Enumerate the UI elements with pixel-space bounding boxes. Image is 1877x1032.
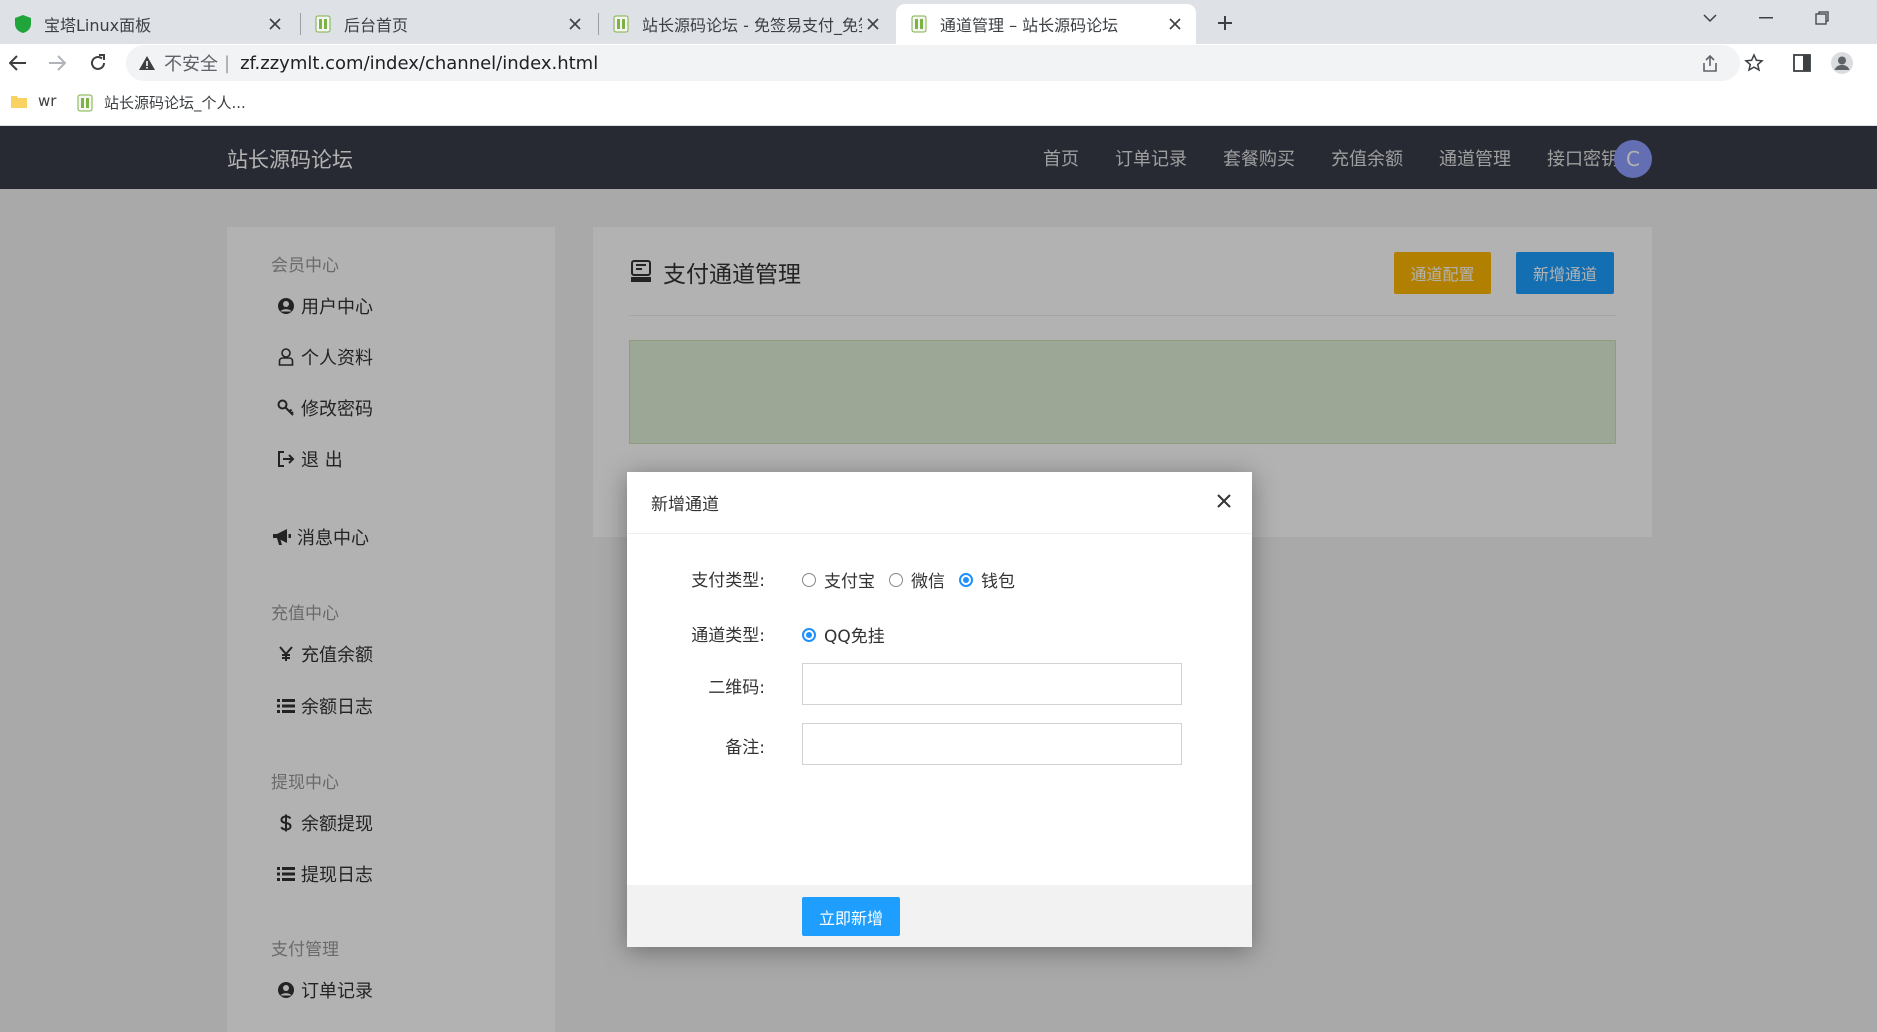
remark-label: 备注:: [725, 738, 765, 758]
profile-icon[interactable]: [1828, 49, 1856, 77]
security-label[interactable]: 不安全: [164, 50, 218, 76]
address-divider: |: [224, 52, 231, 74]
radio-circle[interactable]: [802, 572, 816, 587]
dialog-header: 新增通道: [627, 472, 1252, 534]
tab-title: 通道管理 – 站长源码论坛: [940, 16, 1119, 35]
bookmarks-bar: wr 站长源码论坛_个人...: [0, 82, 1877, 126]
side-panel-icon[interactable]: [1788, 49, 1816, 77]
qrcode-row: 二维码:: [627, 663, 1252, 705]
radio-circle-selected[interactable]: [959, 572, 973, 587]
radio-circle[interactable]: [889, 572, 903, 587]
tab-title: 宝塔Linux面板: [44, 16, 152, 35]
channel-type-row: 通道类型: QQ免挂: [627, 611, 1252, 653]
qrcode-input[interactable]: [802, 663, 1182, 705]
qrcode-label: 二维码:: [708, 678, 765, 698]
bookmark-label: 站长源码论坛_个人...: [104, 94, 246, 112]
browser-tab-strip: 宝塔Linux面板 后台首页 站长源码论坛 - 免签易支付_免签 通道管理 – …: [0, 0, 1877, 44]
folder-icon: [10, 92, 28, 110]
remark-row: 备注:: [627, 723, 1252, 765]
radio-circle-selected[interactable]: [802, 627, 816, 642]
radio-label: QQ免挂: [824, 627, 885, 647]
share-icon[interactable]: [1700, 54, 1720, 74]
radio-label: 微信: [911, 572, 945, 592]
radio-wallet[interactable]: 钱包: [959, 567, 1015, 592]
back-icon[interactable]: [4, 49, 32, 77]
site-favicon-icon: [612, 15, 630, 33]
radio-wechat[interactable]: 微信: [889, 567, 945, 592]
bookmark-star-icon[interactable]: [1740, 49, 1768, 77]
channel-type-label: 通道类型:: [691, 626, 765, 646]
page-content: 站长源码论坛 首页 订单记录 套餐购买 充值余额 通道管理 接口密钥 C 会员中…: [0, 126, 1877, 1032]
close-icon[interactable]: [862, 13, 884, 35]
radio-qq-free[interactable]: QQ免挂: [802, 622, 885, 647]
dialog-title: 新增通道: [651, 495, 719, 515]
submit-add-button[interactable]: 立即新增: [802, 897, 900, 936]
radio-label: 支付宝: [824, 572, 875, 592]
site-favicon-icon: [76, 94, 94, 112]
close-icon[interactable]: [564, 13, 586, 35]
tab-title: 后台首页: [344, 16, 409, 35]
address-bar[interactable]: 不安全 | zf.zzymlt.com/index/channel/index.…: [126, 45, 1740, 81]
reload-icon[interactable]: [84, 49, 112, 77]
forward-icon[interactable]: [43, 49, 71, 77]
pay-type-label: 支付类型:: [691, 571, 765, 591]
browser-tab-2[interactable]: 后台首页: [300, 4, 596, 44]
bt-shield-icon: [14, 15, 32, 33]
remark-input[interactable]: [802, 723, 1182, 765]
site-favicon-icon: [314, 15, 332, 33]
radio-alipay[interactable]: 支付宝: [802, 567, 875, 592]
new-tab-button[interactable]: [1210, 8, 1240, 38]
browser-tab-1[interactable]: 宝塔Linux面板: [0, 4, 296, 44]
site-favicon-icon: [910, 15, 928, 33]
pay-type-row: 支付类型: 支付宝 微信 钱包: [627, 556, 1252, 598]
bookmark-label: wr: [38, 92, 57, 110]
warning-icon[interactable]: [138, 55, 156, 71]
add-channel-dialog: 新增通道 支付类型: 支付宝 微信 钱包 通道类型: QQ免挂 二维码: 备注:…: [627, 472, 1252, 947]
close-icon[interactable]: [1164, 13, 1186, 35]
dialog-footer: 立即新增: [627, 885, 1252, 947]
bookmark-wr[interactable]: wr: [10, 92, 56, 110]
browser-toolbar: 不安全 | zf.zzymlt.com/index/channel/index.…: [0, 44, 1877, 82]
minimize-icon[interactable]: [1746, 4, 1786, 32]
restore-icon[interactable]: [1802, 4, 1842, 32]
tab-title: 站长源码论坛 - 免签易支付_免签: [642, 16, 862, 35]
browser-tab-active[interactable]: 通道管理 – 站长源码论坛: [896, 4, 1196, 44]
close-icon[interactable]: [264, 13, 286, 35]
tab-search-icon[interactable]: [1690, 4, 1730, 32]
close-icon[interactable]: [1211, 488, 1237, 514]
url-text[interactable]: zf.zzymlt.com/index/channel/index.html: [240, 53, 598, 74]
radio-label: 钱包: [981, 572, 1015, 592]
browser-tab-3[interactable]: 站长源码论坛 - 免签易支付_免签: [598, 4, 894, 44]
bookmark-site[interactable]: 站长源码论坛_个人...: [76, 92, 246, 113]
